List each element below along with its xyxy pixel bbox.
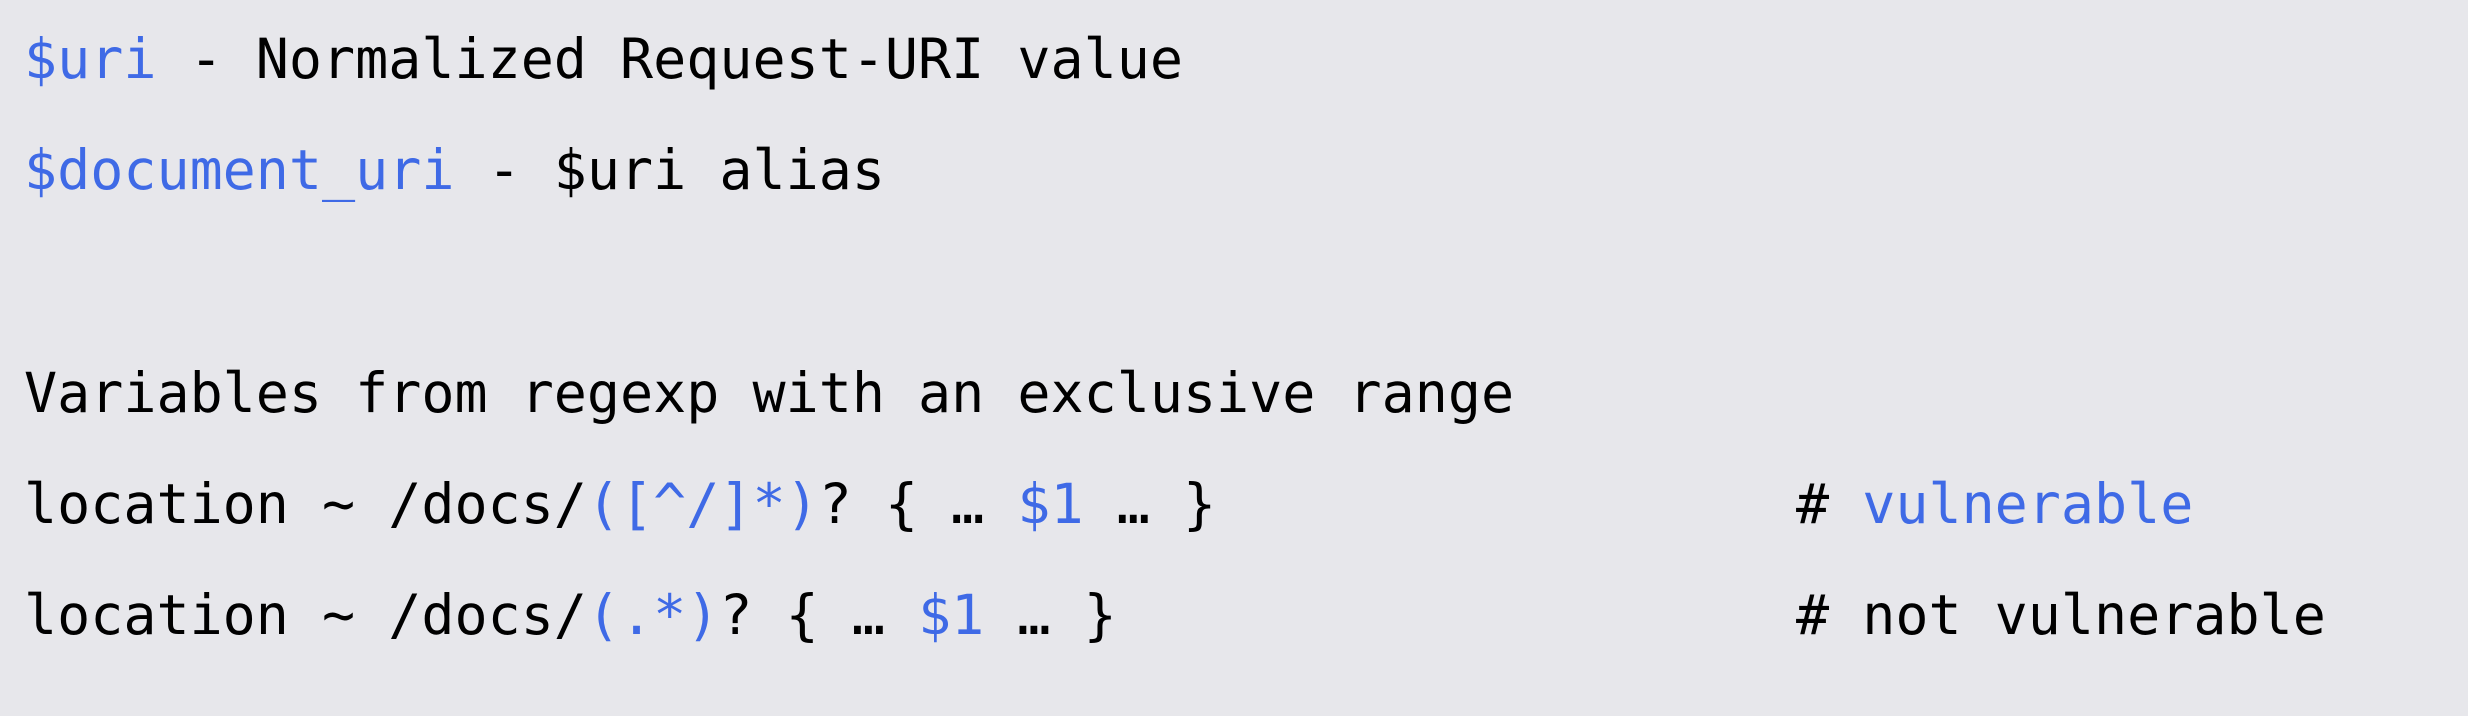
uri-variable-line: $uri - Normalized Request-URI value — [24, 24, 1183, 94]
regexp-variables-heading: Variables from regexp with an exclusive … — [24, 361, 1515, 425]
uri-variable-name: $uri — [24, 27, 157, 91]
uri-variable-description: - Normalized Request-URI value — [156, 27, 1183, 91]
location-prefix: location ~ /docs/ — [24, 583, 587, 647]
capture-reference: $1 — [1017, 472, 1084, 536]
vulnerable-comment: # vulnerable — [1796, 469, 2193, 539]
comment-hash: # — [1796, 472, 1863, 536]
capture-reference: $1 — [918, 583, 985, 647]
location-body-open: ? { … — [818, 472, 1018, 536]
vulnerable-label: vulnerable — [1862, 472, 2194, 536]
document-uri-variable-description: - $uri alias — [454, 138, 885, 202]
document-uri-variable-name: $document_uri — [24, 138, 455, 202]
location-vulnerable-line: location ~ /docs/([^/]*)? { … $1 … } — [24, 469, 1216, 539]
location-body-close: … } — [984, 583, 1117, 647]
regexp-capture-group: (.*) — [586, 583, 720, 647]
location-prefix: location ~ /docs/ — [24, 472, 587, 536]
location-safe-line: location ~ /docs/(.*)? { … $1 … } — [24, 580, 1117, 650]
regexp-capture-group: ([^/]*) — [586, 472, 819, 536]
location-body-open: ? { … — [719, 583, 919, 647]
not-vulnerable-comment: # not vulnerable — [1796, 583, 2326, 647]
location-body-close: … } — [1083, 472, 1217, 536]
document-uri-variable-line: $document_uri - $uri alias — [24, 135, 885, 205]
